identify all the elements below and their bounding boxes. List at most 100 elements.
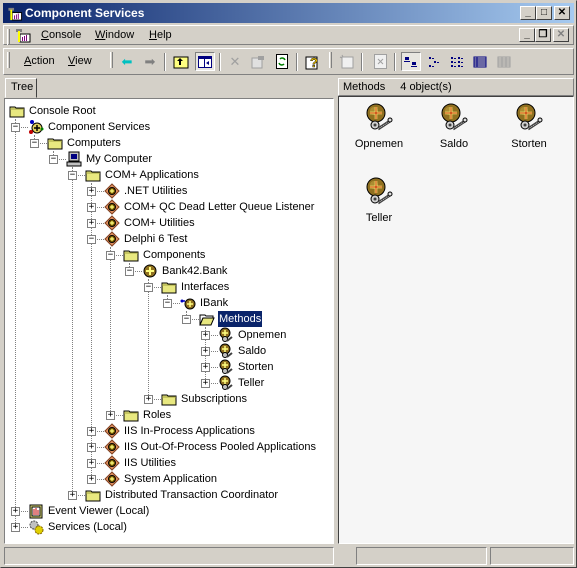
- list-view-icon[interactable]: [447, 52, 467, 71]
- back-arrow-icon[interactable]: ⬅: [117, 52, 137, 71]
- tree-item-label[interactable]: Interfaces: [180, 279, 230, 295]
- tree-item-label[interactable]: Event Viewer (Local): [47, 503, 150, 519]
- tree-item[interactable]: + COM+ Utilities: [5, 215, 333, 231]
- tree-item[interactable]: + Event Viewer (Local): [5, 503, 333, 519]
- tree-item[interactable]: + COM+ QC Dead Letter Queue Listener: [5, 199, 333, 215]
- close-button[interactable]: ✕: [554, 6, 570, 20]
- tree-item-label[interactable]: IIS In-Process Applications: [123, 423, 256, 439]
- expand-icon[interactable]: +: [201, 331, 210, 340]
- tree-item-label[interactable]: IIS Out-Of-Process Pooled Applications: [123, 439, 317, 455]
- expand-icon[interactable]: +: [87, 475, 96, 484]
- tree-item[interactable]: + Opnemen: [5, 327, 333, 343]
- tree-item-label[interactable]: Saldo: [237, 343, 267, 359]
- tree-item-label[interactable]: My Computer: [85, 151, 153, 167]
- list-item[interactable]: Teller: [344, 176, 414, 224]
- tree-item[interactable]: + Roles: [5, 407, 333, 423]
- toolbar-grip-2[interactable]: [110, 52, 113, 68]
- child-restore-button[interactable]: ❐: [535, 28, 551, 42]
- refresh-icon[interactable]: [272, 52, 292, 71]
- tree-item-label[interactable]: Computers: [66, 135, 122, 151]
- tree-item[interactable]: + Subscriptions: [5, 391, 333, 407]
- collapse-icon[interactable]: −: [87, 235, 96, 244]
- tree-item[interactable]: + System Application: [5, 471, 333, 487]
- menubar-grip[interactable]: [7, 29, 10, 45]
- child-minimize-button[interactable]: _: [519, 28, 535, 42]
- tree-item[interactable]: − Interfaces: [5, 279, 333, 295]
- tree-item[interactable]: Console Root: [5, 103, 333, 119]
- view-menu[interactable]: View: [68, 55, 92, 67]
- tab-tree[interactable]: Tree: [5, 78, 37, 98]
- tree-item[interactable]: − Component Services: [5, 119, 333, 135]
- tree-item[interactable]: + Saldo: [5, 343, 333, 359]
- menu-help[interactable]: Help: [149, 29, 172, 41]
- menu-window[interactable]: Window: [95, 29, 134, 41]
- tree-item[interactable]: + IIS Utilities: [5, 455, 333, 471]
- show-hide-console-tree-icon[interactable]: [195, 52, 215, 71]
- tree-item[interactable]: − Methods: [5, 310, 333, 328]
- tree-item-label[interactable]: Console Root: [28, 103, 97, 119]
- small-icons-view-icon[interactable]: [425, 52, 445, 71]
- tree-item[interactable]: + Distributed Transaction Coordinator: [5, 487, 333, 503]
- help-icon[interactable]: ?: [303, 52, 323, 71]
- collapse-icon[interactable]: −: [144, 283, 153, 292]
- tree-item-label[interactable]: Bank42.Bank: [161, 263, 228, 279]
- tree-item-label[interactable]: IIS Utilities: [123, 455, 177, 471]
- console-tree[interactable]: Console Root − Component Services − Computer…: [4, 98, 334, 544]
- tree-item[interactable]: + Teller: [5, 375, 333, 391]
- tree-item-label[interactable]: Components: [142, 247, 206, 263]
- expand-icon[interactable]: +: [144, 395, 153, 404]
- list-item[interactable]: Storten: [494, 102, 564, 150]
- tree-item[interactable]: + Services (Local): [5, 519, 333, 535]
- tree-item[interactable]: − COM+ Applications: [5, 167, 333, 183]
- expand-icon[interactable]: +: [87, 443, 96, 452]
- toolbar-grip-3[interactable]: [329, 52, 332, 68]
- list-item[interactable]: Saldo: [419, 102, 489, 150]
- tree-item-label[interactable]: COM+ Utilities: [123, 215, 196, 231]
- tree-item-label[interactable]: .NET Utilities: [123, 183, 188, 199]
- tree-item[interactable]: − My Computer: [5, 151, 333, 167]
- collapse-icon[interactable]: −: [11, 123, 20, 132]
- tree-item-label[interactable]: System Application: [123, 471, 218, 487]
- collapse-icon[interactable]: −: [68, 171, 77, 180]
- toolbar-grip[interactable]: [7, 52, 10, 68]
- collapse-icon[interactable]: −: [49, 155, 58, 164]
- collapse-icon[interactable]: −: [163, 299, 172, 308]
- tree-item[interactable]: − IBank: [5, 295, 333, 311]
- tree-item-label[interactable]: Subscriptions: [180, 391, 248, 407]
- expand-icon[interactable]: +: [87, 187, 96, 196]
- minimize-button[interactable]: _: [520, 6, 536, 20]
- tree-item-label[interactable]: Teller: [237, 375, 265, 391]
- expand-icon[interactable]: +: [68, 491, 77, 500]
- tree-item-label[interactable]: Storten: [237, 359, 274, 375]
- expand-icon[interactable]: +: [106, 411, 115, 420]
- expand-icon[interactable]: +: [201, 379, 210, 388]
- tree-item[interactable]: + IIS Out-Of-Process Pooled Applications: [5, 439, 333, 455]
- expand-icon[interactable]: +: [87, 427, 96, 436]
- collapse-icon[interactable]: −: [106, 251, 115, 260]
- expand-icon[interactable]: +: [11, 507, 20, 516]
- tree-item-label[interactable]: Roles: [142, 407, 172, 423]
- expand-icon[interactable]: +: [87, 203, 96, 212]
- expand-icon[interactable]: +: [201, 347, 210, 356]
- title-bar[interactable]: Component Services _ □ ✕: [3, 3, 574, 23]
- tree-item-label[interactable]: IBank: [199, 295, 229, 311]
- expand-icon[interactable]: +: [201, 363, 210, 372]
- tree-item[interactable]: + .NET Utilities: [5, 183, 333, 199]
- console-document-icon[interactable]: [15, 27, 31, 43]
- tree-item[interactable]: + Storten: [5, 359, 333, 375]
- expand-icon[interactable]: +: [87, 219, 96, 228]
- tree-item-label[interactable]: Distributed Transaction Coordinator: [104, 487, 279, 503]
- collapse-icon[interactable]: −: [125, 267, 134, 276]
- tree-item-label[interactable]: Delphi 6 Test: [123, 231, 188, 247]
- results-pane[interactable]: Opnemen Saldo Storten Teller: [338, 96, 574, 544]
- tree-item[interactable]: − Delphi 6 Test: [5, 231, 333, 247]
- list-item[interactable]: Opnemen: [344, 102, 414, 150]
- action-menu[interactable]: Action: [24, 55, 55, 67]
- tree-item[interactable]: − Computers: [5, 135, 333, 151]
- collapse-icon[interactable]: −: [182, 315, 191, 324]
- tree-item[interactable]: + IIS In-Process Applications: [5, 423, 333, 439]
- tree-item[interactable]: − Components: [5, 247, 333, 263]
- maximize-button[interactable]: □: [536, 6, 552, 20]
- expand-icon[interactable]: +: [11, 523, 20, 532]
- expand-icon[interactable]: +: [87, 459, 96, 468]
